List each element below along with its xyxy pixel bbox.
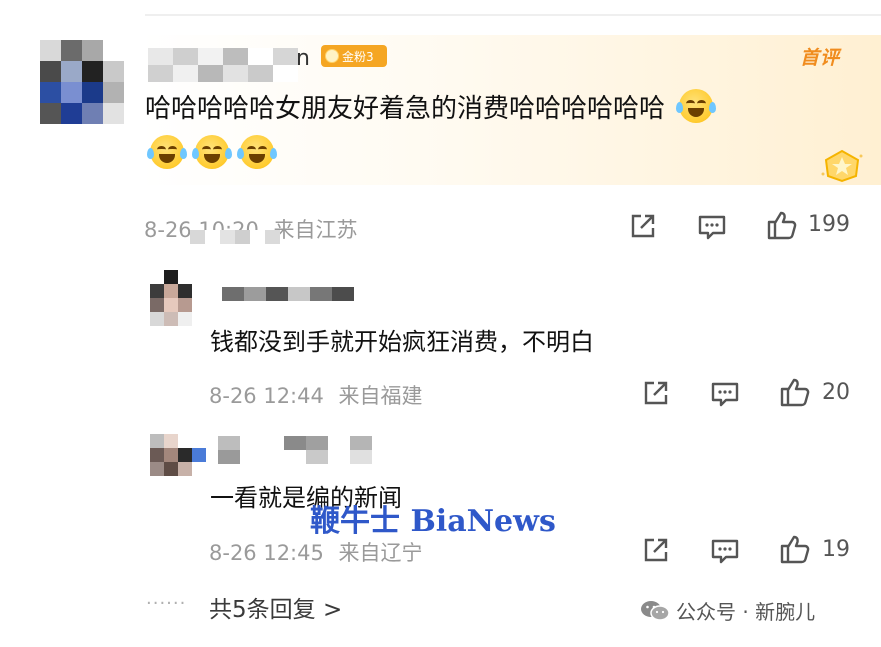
first-comment-tag: 首评 [800,47,841,69]
like-icon[interactable] [779,376,811,408]
like-icon[interactable] [766,209,798,241]
meta-blur [190,230,280,244]
wechat-icon [641,600,670,621]
more-replies-link[interactable]: 共5条回复 > [209,590,342,624]
like-count: 199 [808,212,850,237]
coin-icon [325,49,339,63]
username-blurred[interactable] [148,48,298,82]
share-icon[interactable] [628,211,658,241]
reply-location: 来自福建 [338,384,423,408]
comment-icon[interactable] [710,379,740,409]
like-icon[interactable] [779,533,811,565]
top-divider [145,14,881,16]
username-tail[interactable]: n [296,46,310,71]
star-badge-icon [821,149,863,183]
laugh-cry-emoji-icon [147,135,187,169]
fan-badge: 金粉3 [321,45,387,67]
official-account: 公众号 · 新腕儿 [640,596,815,625]
reply-timestamp: 8-26 12:45 [209,541,324,565]
reply-timestamp: 8-26 12:44 [209,384,324,408]
share-icon[interactable] [641,535,671,565]
more-replies-dots: ······ [146,593,187,614]
reply-meta: 8-26 12:44 来自福建 [209,380,423,410]
laugh-cry-emoji-icon [237,135,277,169]
reply-avatar[interactable] [150,270,192,326]
fan-badge-label: 金粉3 [342,49,374,64]
reply-avatar[interactable] [150,434,206,476]
watermark: 鞭牛士 BiaNews [310,504,556,539]
reply-username-blurred[interactable] [222,287,354,301]
avatar[interactable] [40,40,124,124]
emoji-row [147,135,277,169]
laugh-cry-emoji-icon [676,89,717,123]
reply-location: 来自辽宁 [338,541,423,565]
comment-icon[interactable] [697,212,727,242]
reply-text: 钱都没到手就开始疯狂消费，不明白 [210,328,594,356]
official-account-label: 公众号 · 新腕儿 [676,600,816,624]
reply-username-blurred[interactable] [218,436,372,464]
share-icon[interactable] [641,378,671,408]
like-count: 19 [822,537,850,562]
like-count: 20 [822,380,850,405]
comment-icon[interactable] [710,536,740,566]
comment-text: 哈哈哈哈哈女朋友好着急的消费哈哈哈哈哈哈 [145,89,825,125]
comment-body: 哈哈哈哈哈女朋友好着急的消费哈哈哈哈哈哈 [145,94,666,124]
comment-location: 来自江苏 [273,218,358,242]
reply-meta: 8-26 12:45 来自辽宁 [209,537,423,567]
laugh-cry-emoji-icon [192,135,232,169]
